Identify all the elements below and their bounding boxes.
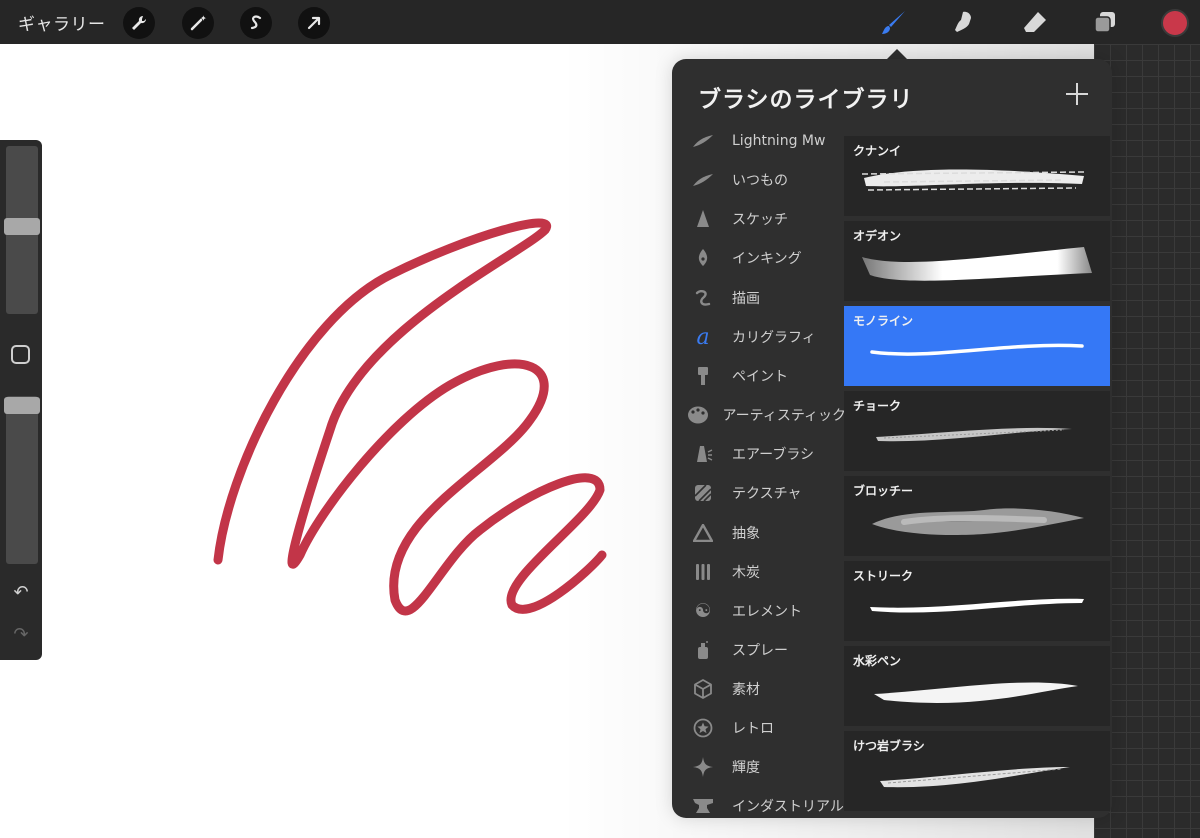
calligraphy-a-icon: a	[696, 324, 710, 350]
brush-card-monoline[interactable]: モノライン	[844, 306, 1110, 386]
set-label: ペイント	[732, 369, 788, 385]
anvil-icon	[686, 794, 720, 818]
set-item-airbrush[interactable]: エアーブラシ	[686, 439, 846, 469]
set-item-itsumono[interactable]: いつもの	[686, 165, 846, 195]
brush-name: モノライン	[853, 314, 914, 328]
brush-icon[interactable]	[877, 6, 911, 40]
brush-name: チョーク	[853, 399, 902, 413]
brush-card-watercolor-pen[interactable]: 水彩ペン	[844, 646, 1110, 726]
set-item-abstract[interactable]: 抽象	[686, 518, 846, 548]
set-label: テクスチャ	[732, 486, 802, 502]
set-item-element[interactable]: ☯ エレメント	[686, 596, 846, 626]
set-label: 素材	[732, 682, 760, 698]
color-picker-button[interactable]	[1161, 9, 1189, 37]
set-item-industrial[interactable]: インダストリアル	[686, 791, 846, 818]
spray-can-icon	[686, 638, 720, 662]
left-sidebar: ↶ ↷	[0, 140, 42, 660]
modify-square-button[interactable]	[11, 345, 30, 364]
svg-text:✦: ✦	[200, 14, 207, 23]
set-label: エレメント	[732, 604, 802, 620]
brush-name: ブロッチー	[853, 484, 914, 498]
smudge-icon[interactable]	[947, 6, 981, 40]
squiggle-icon	[686, 286, 720, 310]
brush-card-kunanui[interactable]: クナンイ	[844, 136, 1110, 216]
airbrush-icon	[686, 442, 720, 466]
eraser-icon[interactable]	[1018, 6, 1052, 40]
set-item-lightning-mw[interactable]: Lightning Mw	[686, 126, 846, 156]
set-label: アーティスティック	[722, 408, 846, 424]
brush-card-blotchy[interactable]: ブロッチー	[844, 476, 1110, 556]
brush-name: クナンイ	[853, 144, 902, 158]
top-toolbar: ギャラリー ✦	[0, 0, 1200, 44]
selection-s-icon[interactable]	[240, 7, 272, 39]
set-item-spray[interactable]: スプレー	[686, 635, 846, 665]
stroke-icon	[686, 129, 720, 153]
cube-icon	[686, 677, 720, 701]
brush-card-odeon[interactable]: オデオン	[844, 221, 1110, 301]
set-label: いつもの	[732, 173, 788, 189]
set-label: カリグラフィ	[732, 330, 816, 346]
brush-name: 水彩ペン	[853, 654, 902, 668]
opacity-handle[interactable]	[4, 397, 40, 414]
set-item-artistic[interactable]: アーティスティック	[686, 400, 846, 430]
set-item-inking[interactable]: インキング	[686, 243, 846, 273]
plus-icon[interactable]	[1064, 81, 1090, 107]
set-label: エアーブラシ	[732, 447, 815, 463]
layers-icon[interactable]	[1088, 6, 1122, 40]
set-item-sketch[interactable]: スケッチ	[686, 204, 846, 234]
set-label: Lightning Mw	[732, 133, 826, 149]
brush-name: ストリーク	[853, 569, 914, 583]
set-item-drawing[interactable]: 描画	[686, 283, 846, 313]
set-item-texture[interactable]: テクスチャ	[686, 478, 846, 508]
panel-title: ブラシのライブラリ	[698, 87, 914, 113]
opacity-slider[interactable]	[6, 396, 38, 564]
brush-library-panel: ブラシのライブラリ Lightning Mw いつもの スケッチ インキング 描…	[672, 59, 1112, 818]
brush-card-streak[interactable]: ストリーク	[844, 561, 1110, 641]
set-item-paint[interactable]: ペイント	[686, 361, 846, 391]
pen-nib-icon	[686, 246, 720, 270]
red-squiggle-stroke	[213, 218, 607, 616]
yin-yang-icon: ☯	[694, 600, 712, 622]
stroke-icon	[686, 168, 720, 192]
set-item-luminance[interactable]: 輝度	[686, 752, 846, 782]
wrench-icon[interactable]	[123, 7, 155, 39]
set-label: 抽象	[732, 526, 760, 542]
transform-arrow-icon[interactable]	[298, 7, 330, 39]
redo-icon[interactable]: ↷	[10, 624, 32, 646]
set-label: インダストリアル	[732, 799, 844, 815]
charcoal-icon	[686, 560, 720, 584]
palette-icon	[686, 403, 711, 427]
pencil-tip-icon	[686, 207, 720, 231]
set-item-retro[interactable]: レトロ	[686, 713, 846, 743]
set-item-charcoal[interactable]: 木炭	[686, 557, 846, 587]
magic-wand-icon[interactable]: ✦	[182, 7, 214, 39]
undo-icon[interactable]: ↶	[10, 582, 32, 604]
brush-card-chalk[interactable]: チョーク	[844, 391, 1110, 471]
set-label: レトロ	[732, 721, 774, 737]
set-label: スプレー	[732, 643, 788, 659]
brush-name: けつ岩ブラシ	[853, 739, 925, 753]
set-item-material[interactable]: 素材	[686, 674, 846, 704]
set-label: 描画	[732, 291, 760, 307]
star-badge-icon	[686, 716, 720, 740]
brush-name: オデオン	[853, 229, 902, 243]
set-item-calligraphy[interactable]: a カリグラフィ	[686, 322, 846, 352]
set-label: スケッチ	[732, 212, 788, 228]
set-label: インキング	[732, 251, 802, 267]
brush-size-handle[interactable]	[4, 218, 40, 235]
brush-card-shale-brush[interactable]: けつ岩ブラシ	[844, 731, 1110, 811]
set-label: 木炭	[732, 565, 760, 581]
texture-icon	[686, 481, 720, 505]
gallery-button[interactable]: ギャラリー	[18, 10, 106, 35]
triangle-icon	[686, 521, 720, 545]
set-label: 輝度	[732, 760, 760, 776]
sparkle-icon	[686, 755, 720, 779]
paint-brush-icon	[686, 364, 720, 388]
